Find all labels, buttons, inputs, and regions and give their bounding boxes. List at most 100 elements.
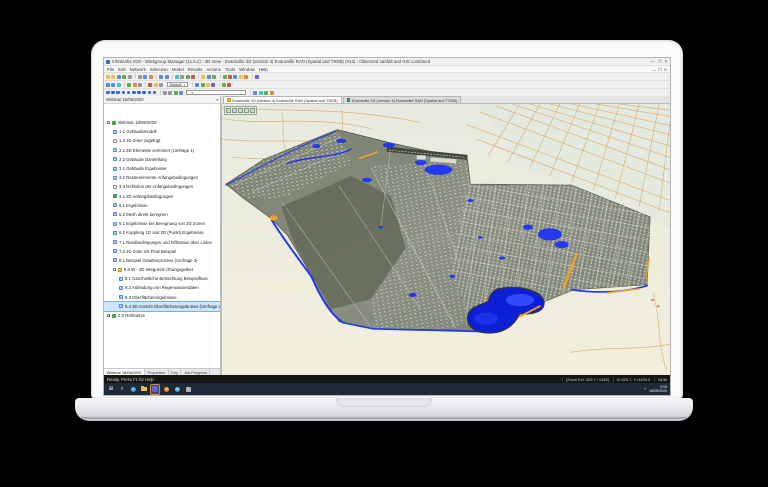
terrain-view-icon[interactable]	[173, 90, 178, 95]
result-layer-icon[interactable]	[116, 90, 120, 95]
stop-icon[interactable]	[227, 82, 232, 87]
result-layer-icon[interactable]	[147, 90, 152, 95]
cut-icon[interactable]	[137, 74, 142, 79]
tree-item[interactable]: 1.1 Gebäudemodell	[104, 127, 220, 136]
tree-item[interactable]: 2.2 Gebäude Darstellung	[104, 155, 220, 164]
taskbar-edge-button[interactable]	[129, 385, 137, 394]
cross-section-icon[interactable]	[179, 90, 184, 95]
graph-icon[interactable]	[233, 74, 238, 79]
table-icon[interactable]	[238, 74, 243, 79]
open-icon[interactable]	[111, 74, 116, 79]
tree-item[interactable]: 7.2 2D Zone mit Flow Beispiel	[104, 247, 220, 256]
menu-actions[interactable]: Actions	[206, 67, 220, 72]
properties-icon[interactable]	[195, 82, 200, 87]
taskbar-app-button[interactable]	[184, 385, 192, 394]
new-icon[interactable]	[106, 74, 110, 79]
tree-item[interactable]: 8.1 Beispiel Gewitterprozess (Umfrage 3)	[104, 256, 220, 265]
taskbar-infoworks-button[interactable]	[150, 383, 160, 395]
menu-help[interactable]: Help	[259, 67, 268, 72]
explorer-header[interactable]: Webinar 18/06/2020 ▾	[104, 96, 220, 104]
zoom-window-icon[interactable]	[253, 90, 258, 95]
report-icon[interactable]	[244, 74, 249, 79]
select-polygon-icon[interactable]	[111, 82, 116, 87]
grid-view-icon[interactable]	[162, 90, 167, 95]
tab-3d-view[interactable]: Evansville 2D (version 4) Evansville RAN…	[342, 96, 462, 103]
move-object-icon[interactable]	[132, 82, 137, 87]
tree-item[interactable]: 1.2 2D Zone zugefügt	[104, 136, 220, 145]
layer-list-icon[interactable]	[201, 74, 206, 79]
3d-map-viewport[interactable]	[221, 104, 670, 375]
result-layer-icon[interactable]	[152, 90, 157, 95]
tree-item[interactable]: 2.1 2D Elemente verfeinert (Umfrage 1)	[104, 146, 220, 155]
menu-model[interactable]: Model	[172, 67, 184, 72]
new-object-icon[interactable]	[127, 82, 132, 87]
theme-dropdown[interactable]: Default ▾	[166, 81, 189, 88]
tree-item[interactable]: 2.0 Rohrnetze	[104, 311, 220, 320]
result-layer-icon[interactable]	[142, 90, 146, 95]
tree-item[interactable]: 4.1 2D Anfangsbedingungen	[104, 192, 220, 201]
label-icon[interactable]	[153, 82, 158, 87]
result-layer-icon[interactable]	[126, 90, 131, 95]
taskbar-file-explorer-button[interactable]	[140, 385, 148, 394]
copy-icon[interactable]	[143, 74, 148, 79]
previous-zoom-icon[interactable]	[258, 90, 263, 95]
tree-item[interactable]: 7.1 Randbedingungen und Infiltration übe…	[104, 237, 220, 246]
3d-settings-button[interactable]	[250, 108, 255, 113]
zoom-in-icon[interactable]	[185, 74, 190, 79]
tree-item-selected[interactable]: 9.4 3D Ansicht Oberflächenergebnisse (Um…	[104, 300, 220, 312]
3d-zoom-button[interactable]	[238, 108, 243, 113]
taskbar-clock[interactable]: 9:05 18/06/2020	[649, 385, 667, 393]
result-layer-icon[interactable]	[111, 90, 115, 95]
tree-item[interactable]: 5.1 Ergebnisse	[104, 201, 220, 210]
validate-icon[interactable]	[222, 74, 227, 79]
tree-item[interactable]: 6.1 Ergebnisse bei Beregnung von 2D Zone…	[104, 219, 220, 228]
rotate-3d-icon[interactable]	[269, 90, 274, 95]
save-icon[interactable]	[116, 74, 121, 79]
measure-icon[interactable]	[159, 82, 164, 87]
minimize-button[interactable]: —	[651, 58, 655, 65]
select-icon[interactable]	[106, 82, 110, 87]
redo-icon[interactable]	[164, 74, 169, 79]
expand-icon[interactable]	[107, 313, 111, 318]
tree-item[interactable]: 3.3 Definition der Anfangsbedingungen	[104, 182, 220, 191]
3d-flood-model-map[interactable]	[222, 104, 670, 375]
print-icon[interactable]	[127, 74, 132, 79]
pan-icon[interactable]	[180, 74, 185, 79]
result-layer-icon[interactable]	[137, 90, 141, 95]
menu-network[interactable]: Network	[130, 67, 146, 72]
find-icon[interactable]	[174, 74, 179, 79]
refresh-icon[interactable]	[221, 82, 226, 87]
menu-results[interactable]: Results	[188, 67, 203, 72]
zoom-out-icon[interactable]	[191, 74, 196, 79]
taskbar-firefox-button[interactable]	[162, 385, 170, 394]
tray-chevron-icon[interactable]: ^	[644, 387, 646, 392]
run-simulation-icon[interactable]	[228, 74, 233, 79]
profile-icon[interactable]	[211, 82, 216, 87]
tree-item[interactable]: 9.2 Anbindung von Regenwasserdaten	[104, 283, 220, 292]
tree-item[interactable]: 9.0 W - 2D Integrierte Übungsgebiet	[104, 265, 220, 274]
3d-home-button[interactable]	[244, 108, 249, 113]
help-icon[interactable]	[254, 74, 259, 79]
flag-icon[interactable]	[148, 82, 153, 87]
theme-icon[interactable]	[206, 74, 211, 79]
long-section-icon[interactable]	[205, 82, 210, 87]
mesh-view-icon[interactable]	[168, 90, 173, 95]
select-trace-icon[interactable]	[116, 82, 121, 87]
3d-pan-button[interactable]	[226, 108, 231, 113]
results-icon[interactable]	[200, 82, 205, 87]
menu-edit[interactable]: Edit	[118, 67, 126, 72]
collapse-icon[interactable]	[107, 120, 111, 125]
grid-icon[interactable]	[212, 74, 217, 79]
maximize-button[interactable]: ❐	[658, 58, 662, 65]
tree-item[interactable]: Webinar 18/06/2020	[104, 118, 220, 127]
collapse-icon[interactable]	[113, 267, 117, 272]
result-layer-icon[interactable]	[106, 90, 110, 95]
tree-item[interactable]: 6.2 Kopplung 1D und 2D (Punkt) Ergebniss…	[104, 228, 220, 237]
flag-dropdown[interactable]: ▾	[186, 89, 247, 96]
3d-rotate-button[interactable]	[232, 108, 237, 113]
tree-item[interactable]: 3.2 Rasterelemente Anfangsbedingungen	[104, 173, 220, 182]
undo-icon[interactable]	[159, 74, 164, 79]
menu-tools[interactable]: Tools	[225, 67, 235, 72]
menu-file[interactable]: File	[107, 67, 114, 72]
close-button[interactable]: ✕	[664, 58, 668, 65]
